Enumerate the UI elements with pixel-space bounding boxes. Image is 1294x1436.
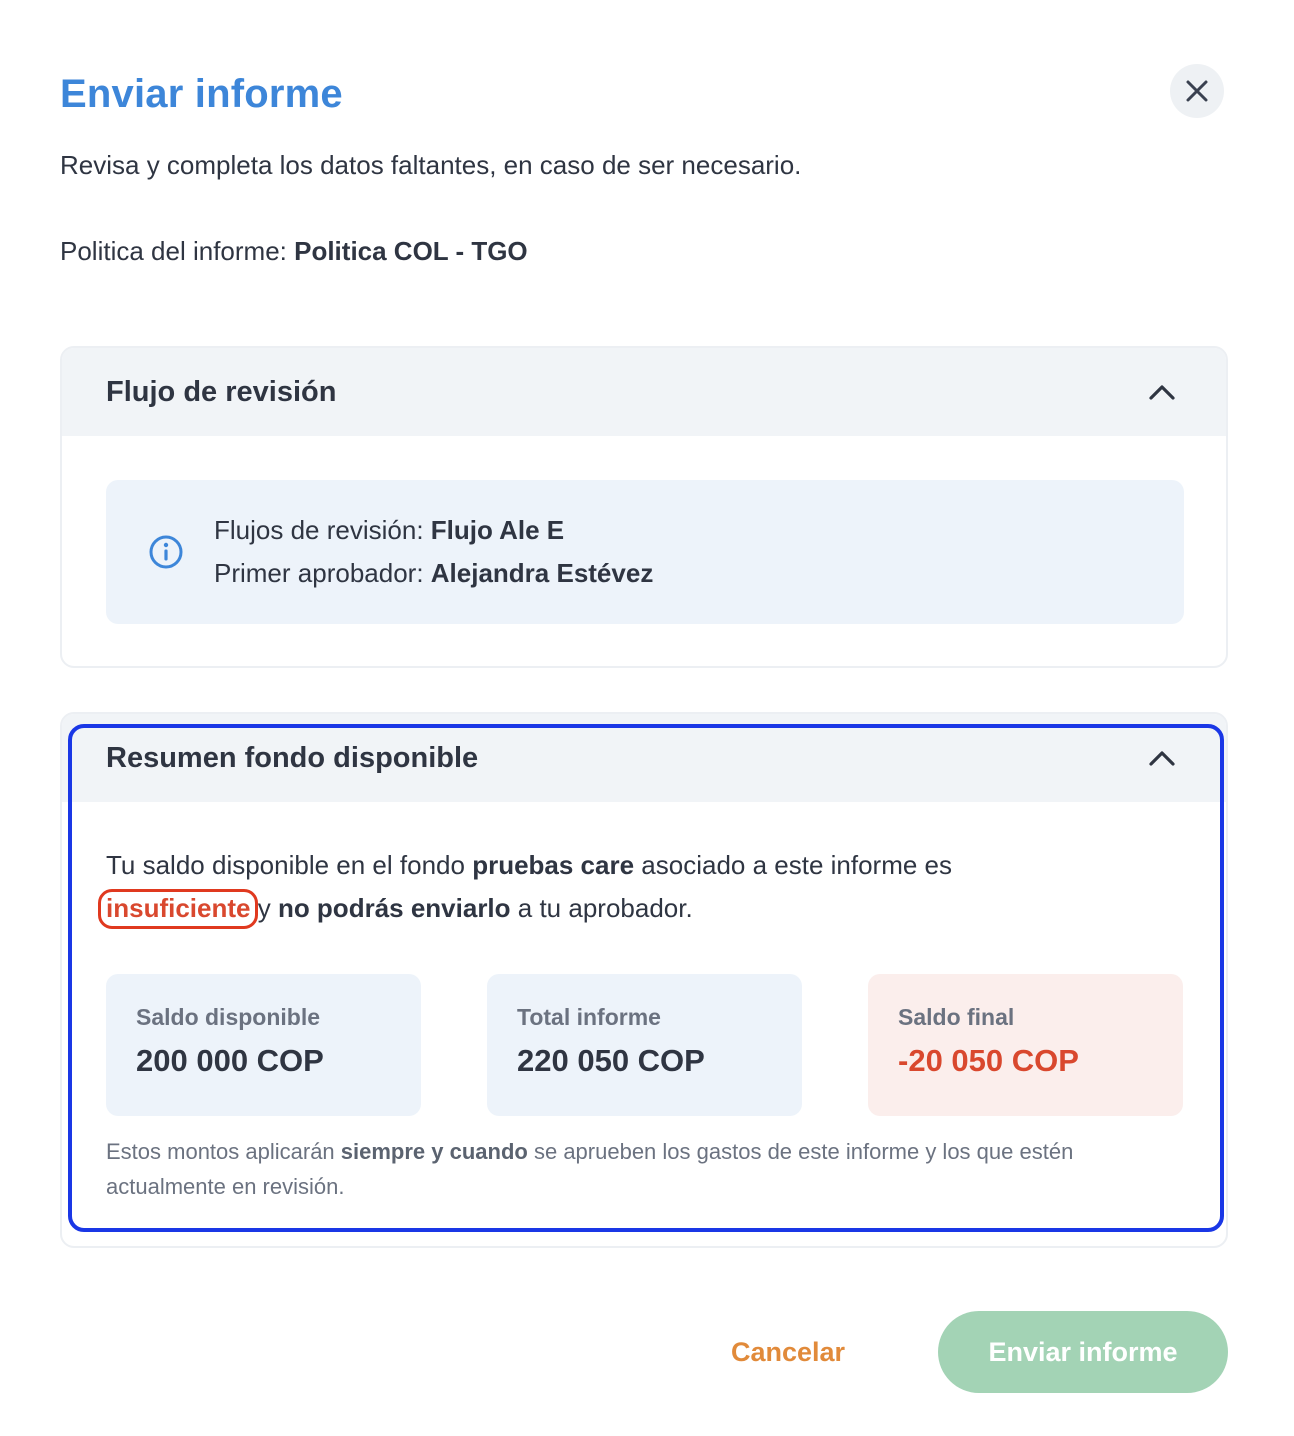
stat-available-balance: Saldo disponible 200 000 COP — [106, 974, 421, 1116]
fund-text-part: y — [250, 893, 278, 923]
fund-summary-card: Resumen fondo disponible Tu saldo dispon… — [60, 712, 1228, 1248]
stat-value: 220 050 COP — [517, 1043, 705, 1078]
stat-label: Total informe — [517, 1004, 661, 1030]
fund-text-part: asociado a este informe es — [634, 850, 953, 880]
fund-status-message: Tu saldo disponible en el fondo pruebas … — [98, 844, 1166, 930]
review-flow-title: Flujo de revisión — [106, 375, 337, 408]
insufficient-word: insuficiente — [106, 893, 251, 923]
flow-line: Flujos de revisión: Flujo Ale E — [214, 509, 653, 552]
fund-summary-collapse-button[interactable] — [1142, 738, 1182, 778]
stat-report-total: Total informe 220 050 COP — [487, 974, 802, 1116]
cannot-send-warning: no podrás enviarlo — [277, 893, 511, 923]
footnote-bold: siempre y cuando — [340, 1139, 528, 1164]
stat-value: -20 050 COP — [898, 1043, 1079, 1078]
approver-value: Alejandra Estévez — [430, 558, 654, 588]
review-flow-header[interactable]: Flujo de revisión — [62, 348, 1226, 436]
dialog-subtitle: Revisa y completa los datos faltantes, e… — [60, 150, 802, 180]
stat-final-balance: Saldo final -20 050 COP — [868, 974, 1183, 1116]
close-button[interactable] — [1170, 64, 1224, 118]
footnote-part: Estos montos aplicarán — [106, 1139, 341, 1164]
fund-text-part: Tu saldo disponible en el fondo — [106, 850, 473, 880]
insufficient-status: insuficiente — [98, 889, 259, 929]
stat-value: 200 000 COP — [136, 1043, 324, 1078]
fund-summary-title: Resumen fondo disponible — [106, 741, 479, 774]
flow-value: Flujo Ale E — [430, 515, 565, 545]
review-flow-info-box: Flujos de revisión: Flujo Ale E Primer a… — [106, 480, 1184, 624]
info-icon — [149, 535, 183, 569]
close-icon — [1186, 80, 1208, 102]
fund-footnote: Estos montos aplicarán siempre y cuando … — [106, 1134, 1176, 1204]
review-flow-info-text: Flujos de revisión: Flujo Ale E Primer a… — [214, 509, 653, 595]
chevron-up-icon — [1149, 385, 1175, 400]
review-flow-card: Flujo de revisión Flujos de revisión: Fl… — [60, 346, 1228, 668]
stat-label: Saldo final — [898, 1004, 1015, 1030]
cancel-button[interactable]: Cancelar — [700, 1316, 876, 1388]
policy-label: Politica del informe: — [60, 236, 295, 266]
dialog-title: Enviar informe — [60, 72, 343, 116]
policy-value: Politica COL - TGO — [294, 236, 528, 266]
submit-report-button[interactable]: Enviar informe — [938, 1311, 1228, 1393]
fund-stats: Saldo disponible 200 000 COP Total infor… — [106, 974, 1183, 1116]
review-flow-collapse-button[interactable] — [1142, 372, 1182, 412]
approver-line: Primer aprobador: Alejandra Estévez — [214, 552, 653, 595]
stat-label: Saldo disponible — [136, 1004, 321, 1030]
chevron-up-icon — [1149, 751, 1175, 766]
fund-text-part: a tu aprobador. — [510, 893, 693, 923]
fund-name: pruebas care — [472, 850, 635, 880]
flow-label: Flujos de revisión: — [214, 515, 431, 545]
approver-label: Primer aprobador: — [214, 558, 431, 588]
fund-summary-header[interactable]: Resumen fondo disponible — [62, 714, 1226, 802]
policy-line: Politica del informe: Politica COL - TGO — [60, 236, 528, 267]
